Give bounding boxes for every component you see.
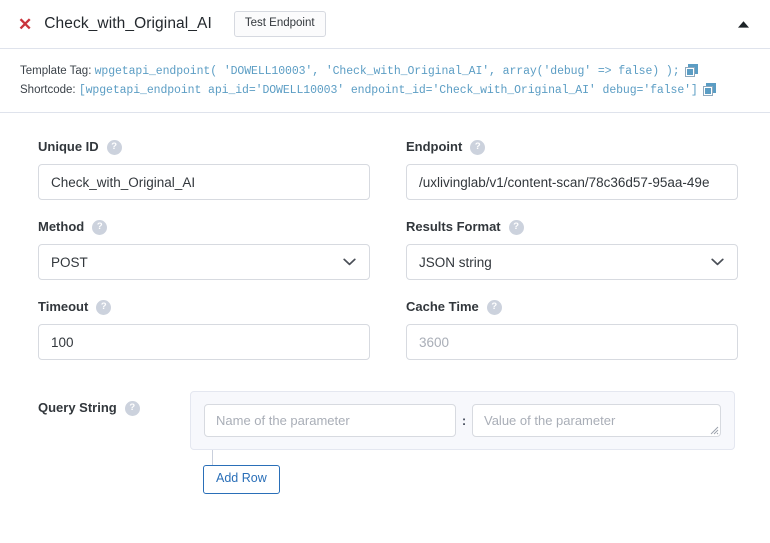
query-string-panel-wrap: Name of the parameter : Value of the par… [190,391,735,494]
endpoint-header: ✕ Check_with_Original_AI Test Endpoint [0,0,770,49]
chevron-down-icon [711,258,724,266]
help-question-icon[interactable]: ? [96,299,112,315]
endpoint-input[interactable]: /uxlivinglab/v1/content-scan/78c36d57-95… [406,164,738,200]
results-format-select[interactable]: JSON string [406,244,738,280]
add-row-button[interactable]: Add Row [203,465,280,494]
timeout-label-row: Timeout ? [38,299,370,315]
copy-icon[interactable] [702,83,716,96]
template-tag-line: Template Tag: wpgetapi_endpoint( 'DOWELL… [20,62,752,81]
shortcode-code: [wpgetapi_endpoint api_id='DOWELL10003' … [78,84,698,97]
results-format-label: Results Format [406,219,501,234]
field-endpoint: Endpoint ? /uxlivinglab/v1/content-scan/… [406,139,738,200]
shortcode-label: Shortcode: [20,84,76,96]
chevron-down-icon [343,258,356,266]
copy-icon[interactable] [684,64,698,77]
field-column-right: Endpoint ? /uxlivinglab/v1/content-scan/… [406,139,738,360]
query-string-label-row: Query String ? [38,391,190,416]
timeout-label: Timeout [38,299,89,314]
unique-id-label-row: Unique ID ? [38,139,370,155]
shortcode-line: Shortcode: [wpgetapi_endpoint api_id='DO… [20,81,752,100]
help-question-icon[interactable]: ? [92,219,108,235]
method-label: Method [38,219,85,234]
unique-id-label: Unique ID [38,139,99,154]
code-snippets-block: Template Tag: wpgetapi_endpoint( 'DOWELL… [0,49,770,113]
field-results-format: Results Format ? JSON string [406,219,738,280]
field-timeout: Timeout ? 100 [38,299,370,360]
param-separator: : [461,413,467,428]
add-row-connector [212,450,213,465]
help-question-icon[interactable]: ? [486,299,502,315]
field-column-left: Unique ID ? Check_with_Original_AI Metho… [38,139,370,360]
help-question-icon[interactable]: ? [508,219,524,235]
param-value-input[interactable]: Value of the parameter [472,404,721,437]
test-endpoint-button[interactable]: Test Endpoint [233,11,326,37]
help-question-icon[interactable]: ? [470,139,486,155]
field-unique-id: Unique ID ? Check_with_Original_AI [38,139,370,200]
unique-id-input[interactable]: Check_with_Original_AI [38,164,370,200]
cache-time-label-row: Cache Time ? [406,299,738,315]
template-tag-code: wpgetapi_endpoint( 'DOWELL10003', 'Check… [94,65,680,78]
results-format-select-value: JSON string [419,254,492,270]
query-string-panel: Name of the parameter : Value of the par… [190,391,735,450]
template-tag-label: Template Tag: [20,65,92,77]
field-cache-time: Cache Time ? 3600 [406,299,738,360]
close-x-icon[interactable]: ✕ [18,16,32,33]
help-question-icon[interactable]: ? [124,400,140,416]
results-format-label-row: Results Format ? [406,219,738,235]
endpoint-form: Unique ID ? Check_with_Original_AI Metho… [0,113,770,494]
method-select-value: POST [51,254,88,270]
add-row-wrap: Add Row [203,450,735,494]
field-grid: Unique ID ? Check_with_Original_AI Metho… [38,139,738,360]
query-string-label-wrap: Query String ? [38,400,190,416]
method-label-row: Method ? [38,219,370,235]
resize-handle-icon[interactable] [709,425,719,435]
page-title: Check_with_Original_AI [44,15,212,32]
endpoint-label-row: Endpoint ? [406,139,738,155]
timeout-input[interactable]: 100 [38,324,370,360]
chevron-up-icon[interactable] [734,15,752,33]
query-string-section: Query String ? Name of the parameter : V… [38,391,735,494]
cache-time-label: Cache Time [406,299,479,314]
cache-time-input[interactable]: 3600 [406,324,738,360]
param-value-placeholder: Value of the parameter [484,413,616,428]
help-question-icon[interactable]: ? [106,139,122,155]
field-method: Method ? POST [38,219,370,280]
method-select[interactable]: POST [38,244,370,280]
endpoint-label: Endpoint [406,139,463,154]
param-name-input[interactable]: Name of the parameter [204,404,456,437]
query-string-label: Query String [38,400,117,415]
